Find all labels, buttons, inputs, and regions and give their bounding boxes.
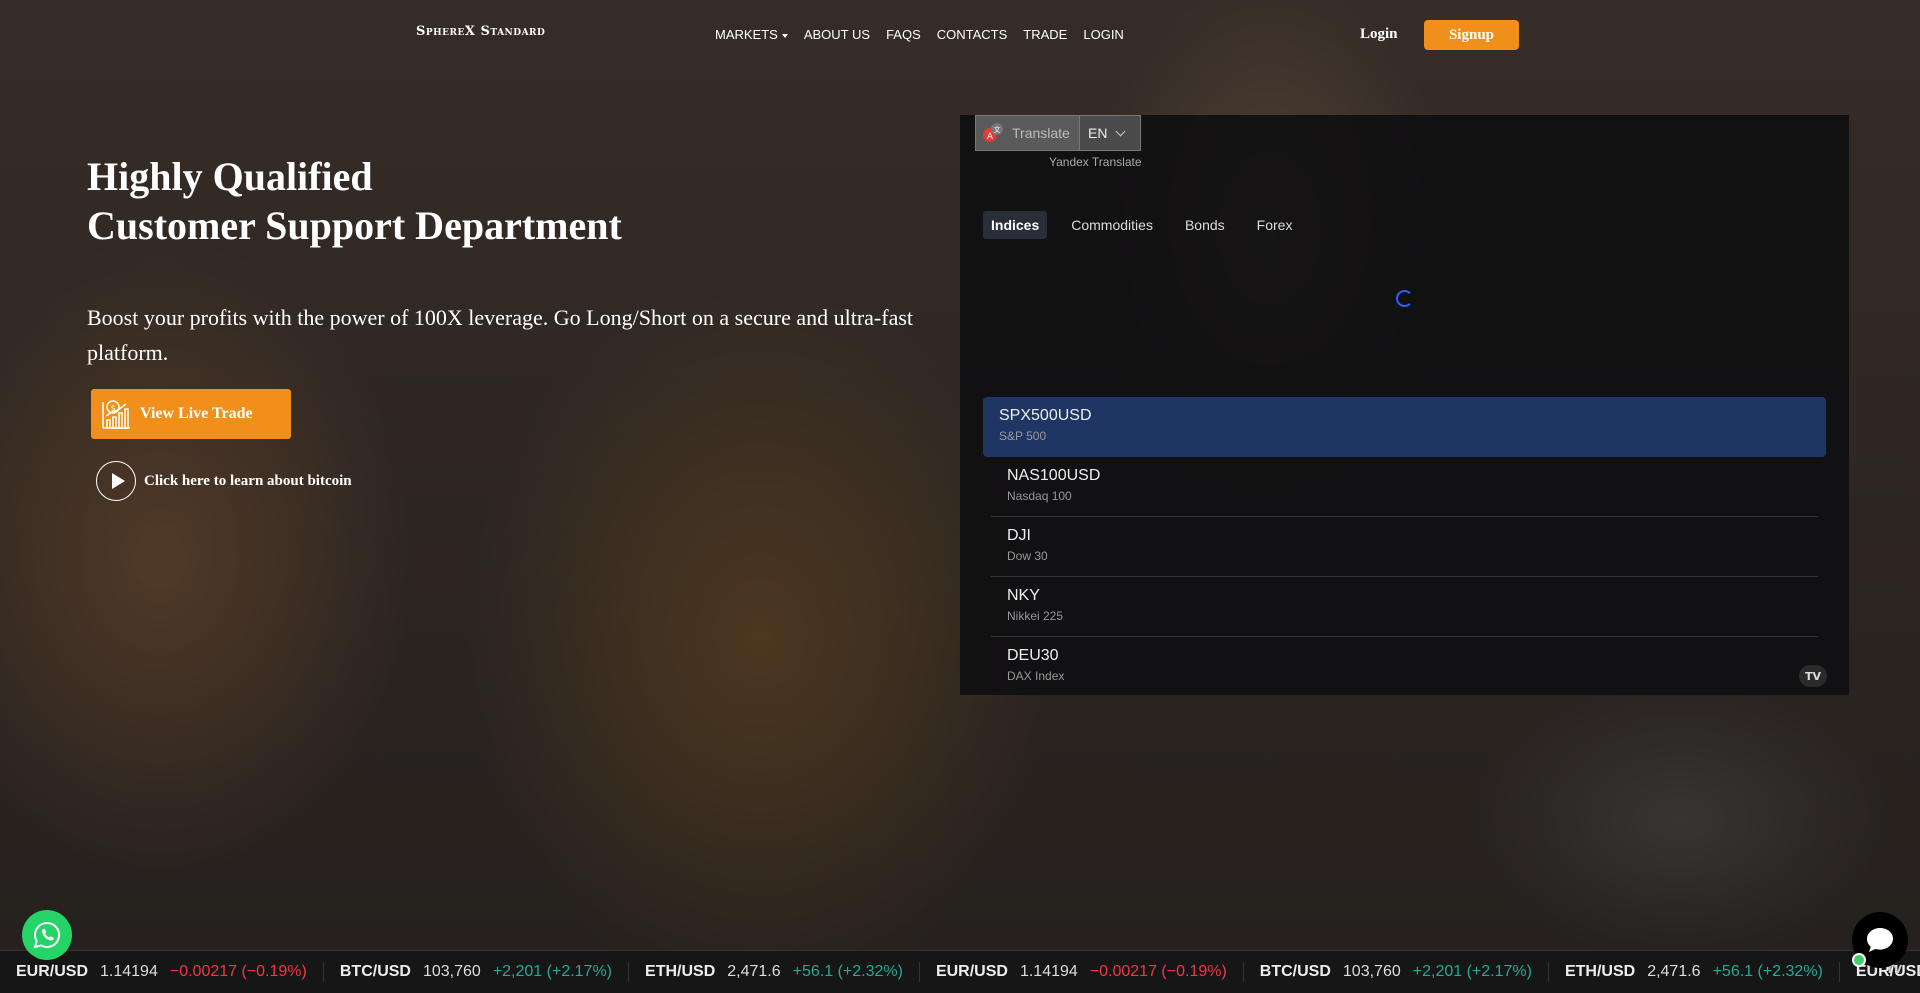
translate-label: Translate (1012, 125, 1070, 141)
translate-widget[interactable]: A 文 Translate EN (975, 115, 1141, 151)
market-tabs: Indices Commodities Bonds Forex (983, 211, 1300, 239)
list-item[interactable]: NAS100USD Nasdaq 100 (991, 457, 1818, 517)
symbol-list: SPX500USD S&P 500 NAS100USD Nasdaq 100 D… (983, 397, 1826, 697)
ticker-change: +2,201 (+2.17%) (1412, 963, 1532, 980)
nav-login[interactable]: LOGIN (1083, 27, 1123, 42)
tab-commodities[interactable]: Commodities (1063, 211, 1161, 239)
ticker-value: 1.14194 (100, 963, 158, 980)
nav-about-us[interactable]: ABOUT US (804, 27, 870, 42)
ticker-value: 2,471.6 (727, 963, 781, 980)
ticker-value: 1.14194 (1019, 963, 1078, 980)
symbol-description: Nasdaq 100 (1007, 489, 1072, 503)
chevron-down-icon (1116, 126, 1126, 136)
ticker-change: +56.1 (+2.32%) (1712, 963, 1823, 980)
nav-markets-label: MARKETS (715, 27, 778, 42)
nav-faqs[interactable]: FAQS (886, 27, 921, 42)
whatsapp-icon (33, 921, 61, 949)
login-link[interactable]: Login (1360, 26, 1398, 43)
list-item[interactable]: DEU30 DAX Index (991, 637, 1818, 697)
ticker-item[interactable]: BTC/USD 103,760 +2,201 (+2.17%) (324, 962, 630, 982)
nav-trade[interactable]: TRADE (1023, 27, 1067, 42)
ticker-tape: EUR/USD 1.14194 −0.00217 (−0.19%) BTC/US… (0, 950, 1920, 993)
list-item[interactable]: SPX500USD S&P 500 (983, 397, 1826, 457)
tradingview-logo-icon[interactable]: TV (1799, 665, 1827, 687)
nav-markets[interactable]: MARKETS (715, 27, 788, 42)
ticker-item[interactable]: ETH/USD 2,471.6 +56.1 (+2.32%) (1549, 962, 1840, 982)
tab-forex[interactable]: Forex (1249, 211, 1301, 239)
translate-provider: Yandex Translate (1049, 155, 1142, 169)
svg-text:文: 文 (994, 125, 1001, 134)
ticker-item[interactable]: EUR/USD 1.14194 −0.00217 (−0.19%) (920, 962, 1244, 982)
ticker-item[interactable]: ETH/USD 2,471.6 +56.1 (+2.32%) (629, 962, 920, 982)
ticker-item[interactable]: BTC/USD 103,760 +2,201 (+2.17%) (1244, 962, 1549, 982)
learn-bitcoin-label: Click here to learn about bitcoin (144, 472, 352, 489)
ticker-symbol: ETH/USD (1564, 963, 1636, 980)
symbol-description: S&P 500 (999, 429, 1047, 443)
translate-button[interactable]: A 文 Translate (976, 116, 1080, 150)
language-value: EN (1088, 125, 1108, 141)
symbol-description: Dow 30 (1007, 549, 1048, 563)
tab-bonds[interactable]: Bonds (1177, 211, 1233, 239)
ticker-symbol: BTC/USD (339, 963, 411, 980)
translate-icon: A 文 (983, 123, 1003, 142)
tab-indices[interactable]: Indices (983, 211, 1048, 239)
site-logo[interactable]: SphereX Standard (416, 24, 545, 39)
ticker-symbol: ETH/USD (645, 963, 716, 980)
hero-subtitle: Boost your profits with the power of 100… (87, 305, 914, 365)
ticker-symbol: BTC/USD (1259, 963, 1331, 980)
signup-button[interactable]: Signup (1424, 20, 1519, 50)
ticker-item[interactable]: EUR/USD 1.14194 −0.00217 (−0.19%) (0, 962, 324, 982)
nav-contacts[interactable]: CONTACTS (937, 27, 1008, 42)
caret-down-icon (781, 33, 788, 38)
play-icon[interactable] (96, 461, 136, 501)
symbol-description: DAX Index (1007, 669, 1065, 683)
ticker-change: +2,201 (+2.17%) (492, 963, 613, 980)
hero-title: Highly Qualified Customer Support Depart… (87, 152, 622, 250)
list-item[interactable]: NKY Nikkei 225 (991, 577, 1818, 637)
main-nav: MARKETS ABOUT US FAQS CONTACTS TRADE LOG… (715, 27, 1124, 42)
symbol-ticker: SPX500USD (999, 407, 1092, 424)
loading-spinner-icon (1396, 290, 1413, 307)
whatsapp-button[interactable] (22, 910, 72, 960)
ticker-change: −0.00217 (−0.19%) (169, 963, 307, 980)
ticker-value: 103,760 (422, 963, 481, 980)
market-widget: A 文 Translate EN Yandex Translate Indice… (960, 115, 1849, 695)
hero-title-line1: Highly Qualified (87, 154, 373, 199)
ticker-value: 2,471.6 (1647, 963, 1701, 980)
learn-bitcoin-link[interactable]: Click here to learn about bitcoin (96, 461, 352, 501)
chat-bubble-icon (1867, 928, 1893, 952)
symbol-ticker: DJI (1007, 527, 1031, 544)
view-live-trade-label: View Live Trade (140, 405, 253, 422)
symbol-ticker: NKY (1007, 587, 1040, 604)
ticker-symbol: EUR/USD (16, 963, 89, 980)
online-status-badge (1852, 953, 1866, 967)
list-item[interactable]: DJI Dow 30 (991, 517, 1818, 577)
ticker-symbol: EUR/USD (935, 963, 1008, 980)
chart-coin-icon: $ (102, 400, 130, 429)
view-live-trade-button[interactable]: $ View Live Trade (91, 389, 291, 439)
language-select[interactable]: EN (1080, 116, 1140, 150)
ticker-change: −0.00217 (−0.19%) (1089, 963, 1227, 980)
ticker-value: 103,760 (1342, 963, 1401, 980)
symbol-ticker: NAS100USD (1007, 467, 1101, 484)
ticker-change: +56.1 (+2.32%) (792, 963, 903, 980)
symbol-ticker: DEU30 (1007, 647, 1059, 664)
symbol-description: Nikkei 225 (1007, 609, 1064, 623)
hero-title-line2: Customer Support Department (87, 203, 622, 248)
